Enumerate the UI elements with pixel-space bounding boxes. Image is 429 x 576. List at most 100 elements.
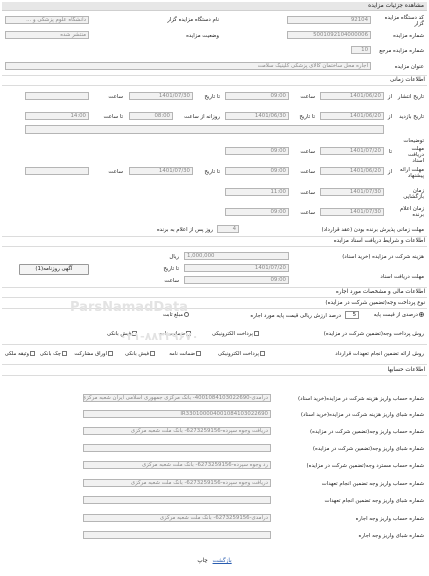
account-label: شماره حساب واریز وجه تضمین انجام تعهدات (321, 481, 424, 487)
account-label: شماره حساب واریز هزینه شرکت در مزایده(خر… (298, 396, 424, 402)
doc-receive-deadline-label: مهلت دریافت اسناد (380, 274, 424, 280)
checkbox-icon[interactable] (254, 331, 259, 336)
back-link[interactable]: بازگشت (213, 558, 232, 564)
visit-daily-from-label: روزانه از ساعت (184, 114, 220, 120)
reference-number-label: شماره مزایده مرجع (379, 48, 424, 54)
offer-deadline-label: مهلت ارائه پیشنهاد (399, 167, 424, 179)
org-code-label: کد دستگاه مزایده گزار (384, 15, 424, 27)
time-label: ساعت (108, 94, 123, 100)
to-label: تا (388, 149, 392, 155)
account-value-field (83, 444, 271, 452)
checkbox-icon[interactable] (186, 331, 191, 336)
offer-to-date: 1401/07/30 (129, 167, 193, 175)
doc-deadline-label: مهلت دریافت اسناد (407, 146, 424, 164)
time-label: ساعت (300, 149, 315, 155)
to-time-label: تا ساعت (103, 114, 123, 120)
doc-receive-date: 1401/07/20 (184, 264, 289, 272)
visit-from-date: 1401/06/20 (320, 112, 384, 120)
opening-time-label: زمان بازگشایی (403, 188, 424, 200)
account-value-field: IR330100004001084103022690 (83, 410, 271, 418)
checkbox-icon[interactable] (30, 351, 35, 356)
description-label: توضیحات (403, 138, 424, 144)
divider (2, 375, 427, 376)
print-link[interactable]: چاپ (197, 558, 207, 564)
account-value-field: دریافت وجوه سپرده-6273259156- بانک ملت ش… (83, 427, 271, 435)
guarantee-percent-suffix: درصد ارزش ریالی قیمت پایه مورد اجاره (250, 313, 341, 319)
visit-from-time: 08:00 (129, 112, 173, 120)
winner-date: 1401/07/30 (320, 208, 384, 216)
financial-section-title: اطلاعات مالی و مشخصات مورد اجاره (335, 289, 425, 295)
checkbox-icon[interactable] (196, 351, 201, 356)
guarantee-method-label: روش ارائه تضمین انجام تعهدات قرارداد (335, 351, 424, 357)
method-bank-slip-option[interactable]: فیش بانکی (125, 351, 155, 357)
offer-from-date: 1401/06/20 (320, 167, 384, 175)
account-label: شماره شبای واریز وجه اجاره (358, 533, 424, 539)
auction-subject-field: اجاره محل ساختمان کالای پزشکی کلینیک سلا… (5, 62, 371, 70)
checkbox-icon[interactable] (260, 351, 265, 356)
account-label: شماره حساب مسترد وجه(تضمین شرکت در مزاید… (306, 463, 424, 469)
winner-time: 09:00 (225, 208, 289, 216)
newspaper-ad-button[interactable]: آگهی روزنامه(1) (19, 264, 89, 275)
account-label: شماره شبای واریز هزینه شرکت در مزایده(خر… (300, 412, 424, 418)
account-label: شماره حساب واریز وجه اجاره (355, 516, 424, 522)
account-value-field: دریافت وجوه سپرده-6273259156- بانک ملت ش… (83, 479, 271, 487)
guarantee-percent-field[interactable]: 5 (345, 311, 359, 319)
fee-unit-label: ریال (169, 254, 179, 260)
auction-status-label: وضعیت مزایده (186, 33, 219, 39)
accounts-section-title: اطلاعات حسابها (387, 367, 425, 373)
auction-number-field: 5001092104000006 (287, 31, 371, 39)
radio-selected-icon[interactable] (419, 312, 424, 317)
method-bonds-option[interactable]: اوراق مشارکت (74, 351, 113, 357)
publish-from-date: 1401/06/20 (320, 92, 384, 100)
offer-from-time: 09:00 (225, 167, 289, 175)
radio-icon[interactable] (184, 312, 189, 317)
doc-receive-time: 09:00 (184, 276, 289, 284)
divider (2, 344, 427, 345)
auction-number-label: شماره مزایده (393, 33, 424, 39)
from-label: از (387, 94, 392, 100)
method-property-option[interactable]: وثیقه ملکی (2, 351, 35, 357)
checkbox-icon[interactable] (108, 351, 113, 356)
doc-deadline-date: 1401/07/20 (320, 147, 384, 155)
offer-to-time (25, 167, 89, 175)
doc-deadline-time: 09:00 (225, 147, 289, 155)
account-value-field (83, 496, 271, 504)
time-label: ساعت (300, 190, 315, 196)
to-date-label: تا تاریخ (163, 266, 179, 272)
participation-fee-field: 1,000,000 (184, 252, 289, 260)
time-label: ساعت (300, 94, 315, 100)
publish-date-label: تاریخ انتشار (397, 94, 424, 100)
from-label: از (387, 169, 392, 175)
checkbox-icon[interactable] (150, 351, 155, 356)
payment-electronic-option[interactable]: پرداخت الکترونیکی (212, 331, 259, 337)
payment-bank-slip-option[interactable]: فیش بانکی (107, 331, 137, 337)
checkbox-icon[interactable] (62, 351, 67, 356)
divider (2, 85, 427, 86)
payment-method-label: روش پرداخت وجه(تضمین شرکت در مزایده) (323, 331, 424, 337)
to-date-label: تا تاریخ (299, 114, 315, 120)
page-header: مشاهده جزئیات مزایده (2, 2, 427, 11)
opening-date: 1401/07/30 (320, 188, 384, 196)
visit-to-time: 14:00 (25, 112, 89, 120)
reference-number-field: 10 (351, 46, 371, 54)
guarantee-percent-option[interactable]: درصدی از قیمت پایه (374, 312, 424, 318)
method-guarantee-letter-option[interactable]: ضمانت نامه (169, 351, 201, 357)
payment-guarantee-letter-option[interactable]: ضمانت نامه (159, 331, 191, 337)
time-label: ساعت (300, 169, 315, 175)
fixed-amount-option[interactable]: مبلغ ثابت (163, 312, 189, 318)
account-value-field (83, 531, 271, 539)
divider (2, 75, 427, 76)
publish-from-time: 09:00 (225, 92, 289, 100)
visit-notes-field (25, 125, 384, 134)
publish-to-time (25, 92, 89, 100)
time-label: ساعت (300, 210, 315, 216)
winner-announce-label: زمان اعلام برنده (399, 206, 424, 218)
time-label: ساعت (108, 169, 123, 175)
account-value-field: درآمدی-6273259156- بانک ملت شعبه مرکزی (83, 514, 271, 522)
account-label: شماره شبای واریز وجه تضمین انجام تعهدات (324, 498, 424, 504)
method-electronic-option[interactable]: پرداخت الکترونیکی (218, 351, 265, 357)
checkbox-icon[interactable] (132, 331, 137, 336)
divider (2, 308, 427, 309)
method-check-option[interactable]: چک بانکی (40, 351, 67, 357)
divider (2, 287, 427, 288)
